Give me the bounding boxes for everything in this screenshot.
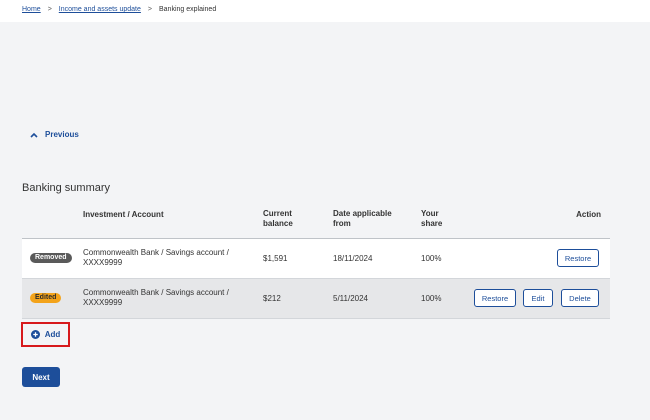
section-title: Banking summary — [22, 182, 111, 194]
add-label: Add — [44, 330, 61, 339]
restore-button[interactable]: Restore — [474, 289, 516, 307]
table-row: Removed Commonwealth Bank / Savings acco… — [22, 239, 610, 279]
restore-button[interactable]: Restore — [557, 249, 599, 267]
account-number: XXXX9999 — [83, 258, 123, 267]
column-header-share-line2: share — [421, 219, 443, 228]
table-row: Edited Commonwealth Bank / Savings accou… — [22, 279, 610, 319]
banking-summary-table: Investment / Account Current balance Dat… — [22, 205, 610, 319]
edit-button[interactable]: Edit — [523, 289, 553, 307]
breadcrumb-separator: > — [47, 6, 52, 13]
delete-button[interactable]: Delete — [561, 289, 599, 307]
column-header-balance-line1: Current — [263, 209, 292, 218]
share-cell: 100% — [421, 254, 442, 263]
account-name: Commonwealth Bank / Savings account / — [83, 288, 229, 297]
next-button[interactable]: Next — [22, 367, 60, 387]
date-cell: 5/11/2024 — [333, 294, 368, 303]
column-header-account: Investment / Account — [83, 210, 164, 219]
date-cell: 18/11/2024 — [333, 254, 373, 263]
breadcrumb-current: Banking explained — [159, 6, 217, 13]
balance-cell: $1,591 — [263, 254, 288, 263]
add-button[interactable]: Add — [21, 322, 70, 347]
breadcrumb-income-assets-link[interactable]: Income and assets update — [59, 6, 141, 13]
account-cell: Commonwealth Bank / Savings account / XX… — [83, 288, 248, 308]
column-header-balance-line2: balance — [263, 219, 293, 228]
account-cell: Commonwealth Bank / Savings account / XX… — [83, 248, 248, 268]
account-number: XXXX9999 — [83, 298, 123, 307]
balance-cell: $212 — [263, 294, 281, 303]
breadcrumb-home-link[interactable]: Home — [22, 6, 41, 13]
plus-circle-icon — [30, 330, 40, 339]
column-header-balance: Current balance — [263, 209, 293, 229]
status-badge-edited: Edited — [30, 293, 62, 303]
column-header-share-line1: Your — [421, 209, 439, 218]
column-header-date-line1: Date applicable — [333, 209, 392, 218]
breadcrumb-separator: > — [147, 6, 152, 13]
column-header-share: Your share — [421, 209, 442, 229]
column-header-action: Action — [576, 210, 601, 219]
account-name: Commonwealth Bank / Savings account / — [83, 248, 229, 257]
previous-link[interactable]: Previous — [30, 130, 79, 139]
top-bar: Home > Income and assets update > Bankin… — [0, 0, 650, 22]
chevron-up-icon — [30, 132, 38, 138]
share-cell: 100% — [421, 294, 442, 303]
previous-label: Previous — [45, 130, 79, 139]
table-header: Investment / Account Current balance Dat… — [22, 205, 610, 239]
status-badge-removed: Removed — [30, 253, 72, 263]
column-header-date-line2: from — [333, 219, 351, 228]
column-header-date: Date applicable from — [333, 209, 392, 229]
breadcrumb: Home > Income and assets update > Bankin… — [22, 6, 216, 13]
